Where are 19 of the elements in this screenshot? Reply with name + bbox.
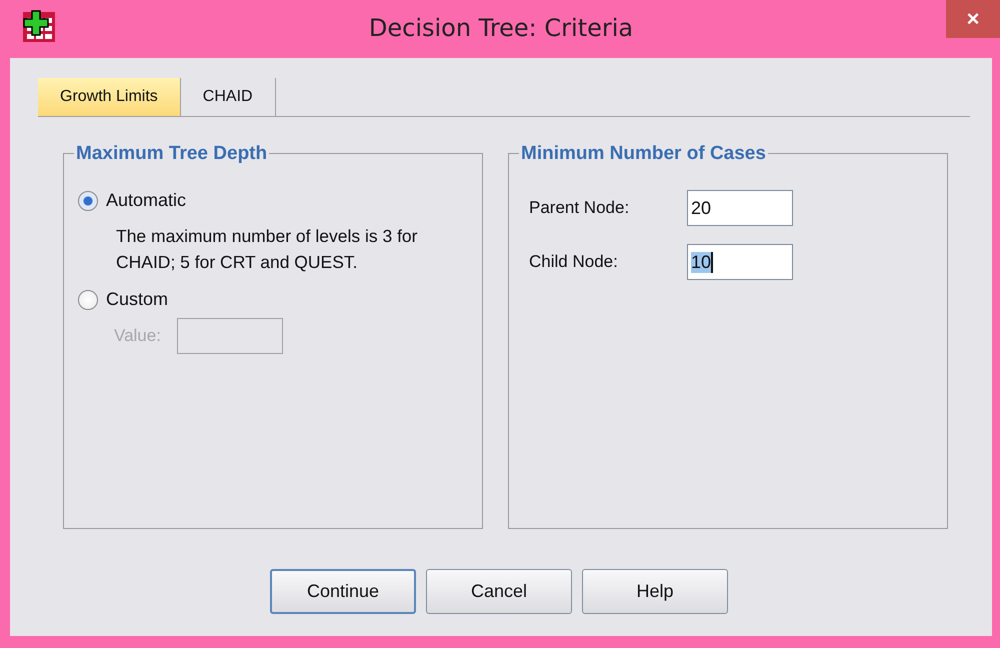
radio-button[interactable] [78,290,98,310]
dialog-button[interactable]: Cancel [426,569,572,614]
radio-button[interactable] [78,190,98,210]
radio-label: Automatic [106,190,186,211]
tab[interactable]: Growth Limits [38,78,181,116]
field-label: Value: [114,326,161,346]
window-title: Decision Tree: Criteria [368,14,634,42]
dialog-button[interactable]: Help [582,569,728,614]
description-text: The maximum number of levels is 3 for CHAID; 5 for CRT and QUEST. [116,225,418,274]
input-field[interactable]: 10 [687,244,793,280]
app-icon [22,10,56,44]
field-label: Parent Node: [529,198,630,218]
input-field[interactable]: 20 [687,190,793,226]
radio-label: Custom [106,289,168,310]
field-label: Child Node: [529,252,619,272]
group-title: Maximum Tree Depth [74,143,270,165]
close-button[interactable]: × [946,0,1000,38]
tab[interactable]: CHAID [180,78,276,116]
dialog-button[interactable]: Continue [270,569,416,614]
